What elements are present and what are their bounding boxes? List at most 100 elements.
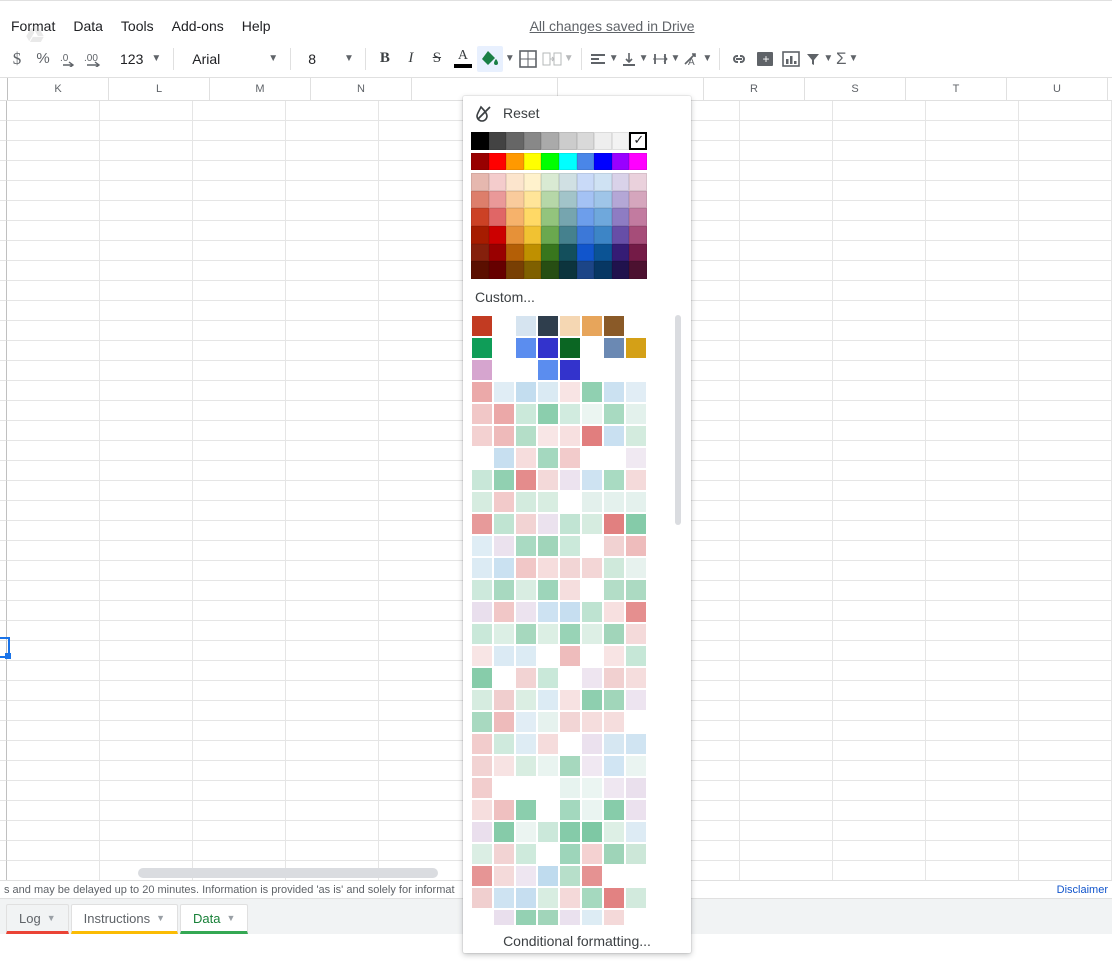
custom-color-swatch[interactable] xyxy=(493,381,515,403)
grid-cell[interactable] xyxy=(926,501,1019,521)
grid-cell[interactable] xyxy=(193,821,286,841)
grid-cell[interactable] xyxy=(286,101,379,121)
grid-cell[interactable] xyxy=(7,221,100,241)
grid-cell[interactable] xyxy=(100,301,193,321)
column-header[interactable]: T xyxy=(906,78,1007,100)
grid-cell[interactable] xyxy=(926,301,1019,321)
custom-color-swatch[interactable] xyxy=(537,359,559,381)
custom-color-swatch[interactable] xyxy=(603,733,625,755)
color-swatch[interactable] xyxy=(506,132,524,150)
grid-cell[interactable] xyxy=(7,521,100,541)
grid-cell[interactable] xyxy=(7,701,100,721)
currency-btn[interactable]: $ xyxy=(5,46,29,72)
column-header[interactable]: L xyxy=(109,78,210,100)
grid-cell[interactable] xyxy=(1019,621,1112,641)
custom-color-swatch[interactable] xyxy=(559,887,581,909)
custom-color-swatch[interactable] xyxy=(603,777,625,799)
grid-cell[interactable] xyxy=(1019,421,1112,441)
color-swatch[interactable] xyxy=(506,261,524,279)
custom-color-swatch[interactable] xyxy=(515,733,537,755)
color-swatch[interactable] xyxy=(541,244,559,262)
custom-color-swatch[interactable] xyxy=(515,645,537,667)
custom-color-swatch[interactable] xyxy=(515,491,537,513)
grid-cell[interactable] xyxy=(7,561,100,581)
custom-color-swatch[interactable] xyxy=(515,403,537,425)
grid-cell[interactable] xyxy=(740,681,833,701)
custom-color-swatch[interactable] xyxy=(537,865,559,887)
custom-color-swatch[interactable] xyxy=(537,799,559,821)
custom-color-swatch[interactable] xyxy=(625,667,647,689)
custom-color-swatch[interactable] xyxy=(559,623,581,645)
custom-color-swatch[interactable] xyxy=(559,469,581,491)
color-swatch[interactable] xyxy=(577,191,595,209)
custom-color-swatch[interactable] xyxy=(471,689,493,711)
grid-cell[interactable] xyxy=(7,801,100,821)
custom-color-swatch[interactable] xyxy=(537,843,559,865)
grid-cell[interactable] xyxy=(926,481,1019,501)
grid-cell[interactable] xyxy=(286,161,379,181)
color-swatch[interactable] xyxy=(489,208,507,226)
grid-cell[interactable] xyxy=(1019,581,1112,601)
custom-color-swatch[interactable] xyxy=(625,447,647,469)
grid-cell[interactable] xyxy=(833,281,926,301)
color-swatch[interactable] xyxy=(489,226,507,244)
grid-cell[interactable] xyxy=(926,801,1019,821)
grid-cell[interactable] xyxy=(926,461,1019,481)
text-color-btn[interactable]: A xyxy=(451,46,475,72)
grid-cell[interactable] xyxy=(1019,221,1112,241)
grid-cell[interactable] xyxy=(100,781,193,801)
grid-cell[interactable] xyxy=(100,561,193,581)
grid-cell[interactable] xyxy=(740,461,833,481)
grid-cell[interactable] xyxy=(833,201,926,221)
grid-cell[interactable] xyxy=(7,781,100,801)
custom-color-swatch[interactable] xyxy=(625,315,647,337)
grid-cell[interactable] xyxy=(193,621,286,641)
grid-cell[interactable] xyxy=(286,141,379,161)
color-swatch[interactable] xyxy=(612,261,630,279)
custom-color-swatch[interactable] xyxy=(625,403,647,425)
custom-color-swatch[interactable] xyxy=(471,469,493,491)
grid-cell[interactable] xyxy=(740,521,833,541)
custom-color-swatch[interactable] xyxy=(625,799,647,821)
custom-color-swatch[interactable] xyxy=(603,667,625,689)
grid-cell[interactable] xyxy=(7,341,100,361)
grid-cell[interactable] xyxy=(926,841,1019,861)
color-swatch[interactable] xyxy=(524,153,542,171)
percent-btn[interactable]: % xyxy=(31,46,55,72)
grid-cell[interactable] xyxy=(286,461,379,481)
grid-cell[interactable] xyxy=(833,701,926,721)
custom-color-swatch[interactable] xyxy=(603,491,625,513)
custom-color-swatch[interactable] xyxy=(625,645,647,667)
color-swatch[interactable] xyxy=(594,153,612,171)
column-header[interactable]: M xyxy=(210,78,311,100)
custom-color-swatch[interactable] xyxy=(471,535,493,557)
grid-cell[interactable] xyxy=(926,781,1019,801)
color-swatch[interactable] xyxy=(541,208,559,226)
custom-color-swatch[interactable] xyxy=(603,447,625,469)
grid-cell[interactable] xyxy=(193,201,286,221)
custom-color-swatch[interactable] xyxy=(537,535,559,557)
grid-cell[interactable] xyxy=(7,381,100,401)
custom-color-swatch[interactable] xyxy=(515,909,537,925)
grid-cell[interactable] xyxy=(193,361,286,381)
custom-color-swatch[interactable] xyxy=(581,601,603,623)
custom-color-swatch[interactable] xyxy=(603,557,625,579)
grid-cell[interactable] xyxy=(1019,681,1112,701)
grid-cell[interactable] xyxy=(193,221,286,241)
grid-cell[interactable] xyxy=(1019,481,1112,501)
color-swatch[interactable] xyxy=(471,226,489,244)
custom-color-swatch[interactable] xyxy=(493,711,515,733)
filter-btn[interactable]: ▼ xyxy=(805,46,833,72)
grid-cell[interactable] xyxy=(926,861,1019,880)
custom-color-swatch[interactable] xyxy=(559,337,581,359)
custom-color-swatch[interactable] xyxy=(625,535,647,557)
grid-cell[interactable] xyxy=(740,541,833,561)
grid-cell[interactable] xyxy=(833,761,926,781)
custom-color-swatch[interactable] xyxy=(471,865,493,887)
grid-cell[interactable] xyxy=(193,401,286,421)
grid-cell[interactable] xyxy=(286,181,379,201)
grid-cell[interactable] xyxy=(100,821,193,841)
color-swatch[interactable] xyxy=(541,173,559,191)
grid-cell[interactable] xyxy=(926,101,1019,121)
color-swatch[interactable] xyxy=(612,244,630,262)
